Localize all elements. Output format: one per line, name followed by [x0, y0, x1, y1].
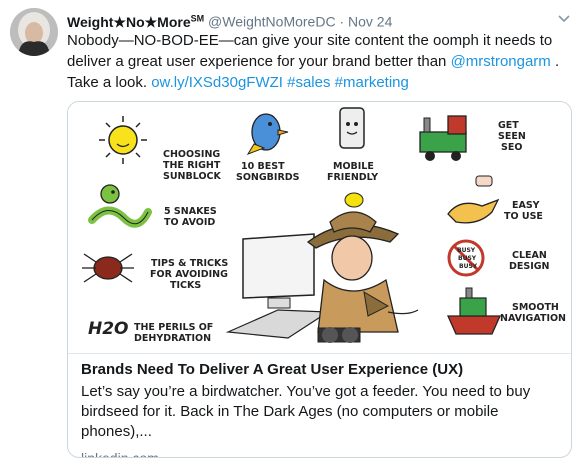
svg-text:GET SEEN S: GET SEEN SEO — [498, 120, 529, 153]
hashtag-marketing[interactable]: #marketing — [335, 74, 409, 91]
card-body: Brands Need To Deliver A Great User Expe… — [81, 360, 559, 457]
chevron-down-icon[interactable] — [556, 10, 572, 26]
svg-text:CHOOSING THE RIGHT: CHOOSING THE RIGHT SUNBLOCK — [163, 149, 224, 182]
svg-text:BUSY BUSY: BUSY BUSY BUSY — [457, 247, 478, 270]
tweet-header: Weight★No★MoreSM @WeightNoMoreDC · Nov 2… — [67, 8, 392, 32]
mention-link[interactable]: @mrstrongarm — [451, 53, 551, 70]
mobile-phone-icon — [339, 107, 365, 149]
svg-text:THE PERILS OF DEHYDR: THE PERILS OF DEHYDRATION — [134, 322, 217, 344]
svg-text:SMOOTH NAVIGATION: SMOOTH NAVIGATION — [500, 302, 566, 324]
card-description: Let’s say you’re a birdwatcher. You’ve g… — [81, 383, 531, 440]
user-handle[interactable]: @WeightNoMoreDC — [208, 14, 336, 30]
tweet-text: Nobody—NO-BOD-EE—can give your site cont… — [67, 32, 560, 91]
tweet-date[interactable]: Nov 24 — [348, 14, 392, 30]
no-busy-sign-icon: BUSY BUSY BUSY — [447, 239, 485, 277]
separator-dot: · — [339, 13, 345, 30]
water-drop-icon: H2O — [88, 319, 129, 339]
card-domain[interactable]: linkedin.com — [81, 448, 559, 457]
avatar[interactable] — [10, 8, 58, 56]
bird-icon — [246, 113, 289, 155]
tweet[interactable]: Weight★No★MoreSM @WeightNoMoreDC · Nov 2… — [0, 0, 583, 466]
svg-text:EASY TO USE: EASY TO USE — [504, 200, 543, 222]
svg-text:10 BEST SONGBIRDS: 10 BEST SONGBIRDS — [236, 161, 300, 183]
card-illustration[interactable]: CHOOSING THE RIGHT SUNBLOCK 10 BEST SONG… — [68, 102, 571, 354]
svg-text:CLEAN DESIGN: CLEAN DESIGN — [509, 250, 550, 272]
svg-text:MOBILE FRIENDLY: MOBILE FRIENDLY — [327, 161, 378, 183]
sun-icon — [99, 116, 147, 164]
genie-lamp-icon — [447, 175, 500, 224]
snake-icon — [88, 184, 152, 228]
svg-text:5 SNAKES TO AVOID: 5 SNAKES TO AVOID — [164, 206, 220, 228]
computer-monitor-icon — [225, 233, 330, 339]
boat-icon — [446, 287, 502, 335]
tick-bug-icon — [82, 253, 134, 283]
hashtag-sales[interactable]: #sales — [287, 74, 330, 91]
display-name[interactable]: Weight★No★MoreSM — [67, 13, 204, 30]
explorer-character-illustration — [306, 192, 419, 343]
card-title[interactable]: Brands Need To Deliver A Great User Expe… — [81, 360, 559, 380]
svg-text:H2O: H2O — [88, 319, 129, 339]
svg-text:TIPS & TRICKS FOR AV: TIPS & TRICKS FOR AVOIDING TICKS — [150, 258, 232, 291]
train-icon — [419, 115, 467, 161]
tweet-url-link[interactable]: ow.ly/IXSd30gFWZI — [151, 74, 283, 91]
link-card[interactable]: CHOOSING THE RIGHT SUNBLOCK 10 BEST SONG… — [67, 101, 572, 458]
